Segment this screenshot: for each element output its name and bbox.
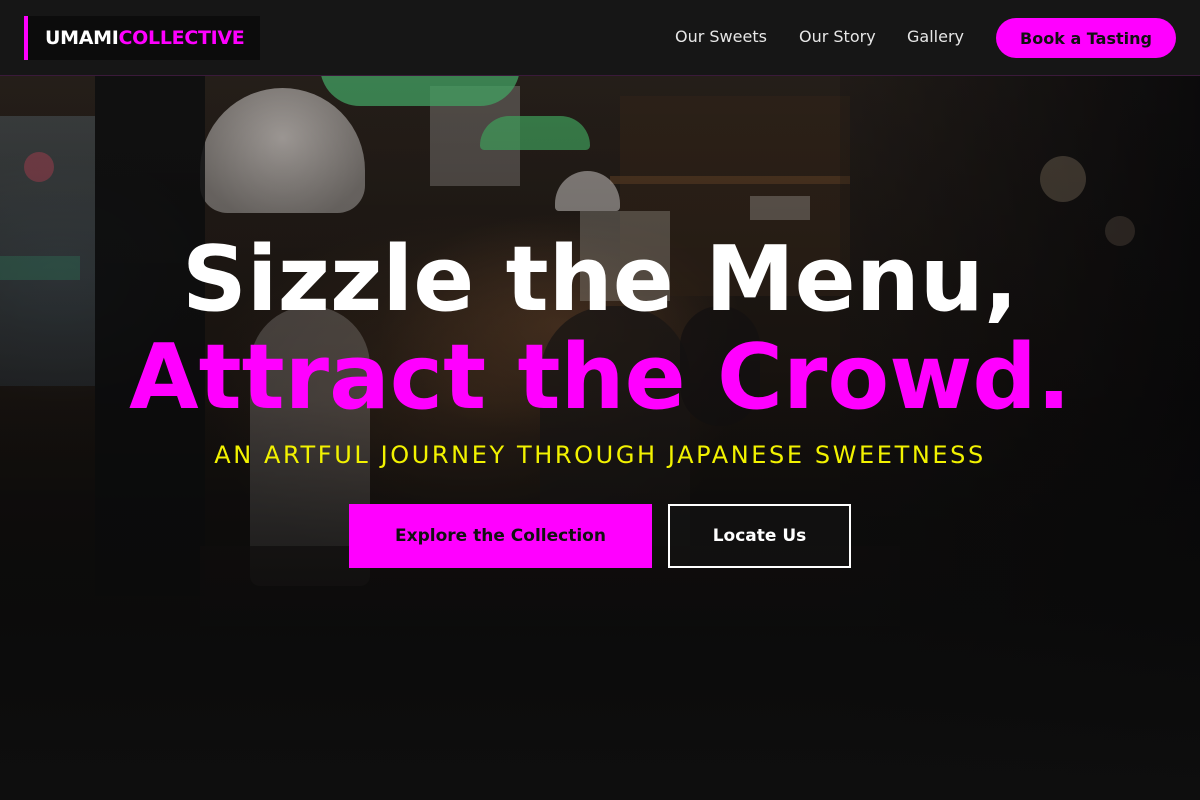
locate-us-button[interactable]: Locate Us — [668, 504, 851, 568]
nav-link-our-story[interactable]: Our Story — [799, 27, 876, 46]
brand-logo[interactable]: UMAMI COLLECTIVE — [24, 16, 260, 60]
nav-link-our-sweets[interactable]: Our Sweets — [675, 27, 767, 46]
hero-headline-line1: Sizzle the Menu, — [181, 227, 1019, 332]
brand-name-part2: COLLECTIVE — [118, 27, 245, 49]
brand-name-part1: UMAMI — [45, 27, 119, 49]
nav-link-gallery[interactable]: Gallery — [907, 27, 964, 46]
navbar: UMAMI COLLECTIVE Our Sweets Our Story Gal… — [0, 0, 1200, 76]
hero-tagline: AN ARTFUL JOURNEY THROUGH JAPANESE SWEET… — [214, 441, 986, 469]
hero-overlay — [0, 76, 1200, 800]
book-tasting-button[interactable]: Book a Tasting — [996, 18, 1176, 58]
explore-collection-button[interactable]: Explore the Collection — [349, 504, 652, 568]
hero-section — [0, 76, 1200, 800]
hero-headline-line2: Attract the Crowd. — [128, 325, 1071, 430]
